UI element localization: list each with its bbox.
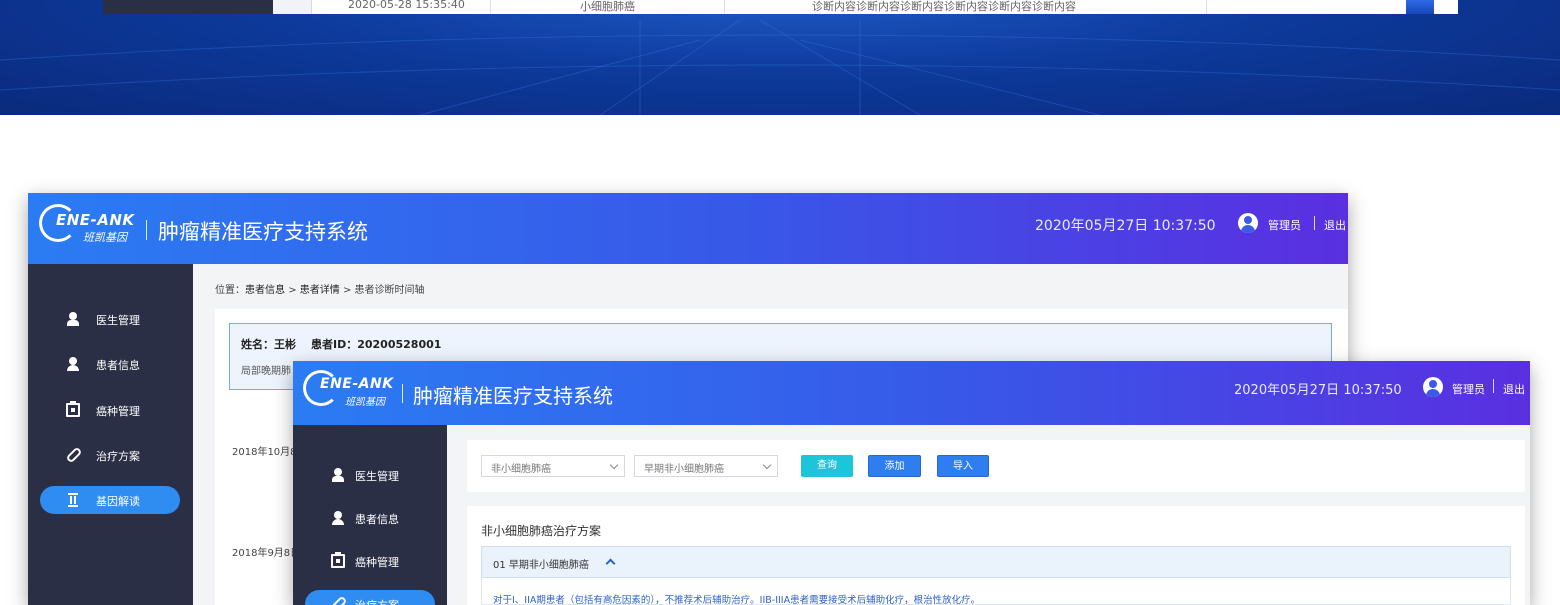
sidebar-item-label: 患者信息 bbox=[96, 359, 140, 372]
hero-banner: 2020-05-28 15:35:40 小细胞肺癌 诊断内容诊断内容诊断内容诊断… bbox=[0, 0, 1560, 115]
app-header: ENE-ANK 班凯基因 肿瘤精准医疗支持系统 2020年05月27日 10:3… bbox=[293, 361, 1530, 425]
link-icon bbox=[330, 595, 348, 605]
stage-accordion-body: 对于I、IIA期患者（包括有高危因素的），不推荐术后辅助治疗。IIB-IIIA患… bbox=[481, 578, 1511, 605]
header-separator bbox=[1314, 216, 1315, 230]
patient-name: 姓名：王彬 bbox=[241, 338, 296, 351]
sidebar-item-cancer-types[interactable]: 癌种管理 bbox=[305, 547, 435, 575]
row-datetime: 2020-05-28 15:35:40 bbox=[348, 0, 465, 11]
row-cancer-type: 小细胞肺癌 bbox=[580, 0, 635, 13]
sidebar-item-patients[interactable]: 患者信息 bbox=[305, 504, 435, 532]
logo-subtext: 班凯基因 bbox=[345, 397, 385, 408]
company-logo: ENE-ANK 班凯基因 bbox=[39, 204, 139, 244]
header-separator bbox=[1493, 379, 1494, 393]
chevron-up-icon[interactable] bbox=[605, 558, 616, 569]
patient-id: 患者ID：20200528001 bbox=[311, 338, 442, 351]
patient-icon bbox=[66, 357, 80, 371]
sidebar-item-treatment-plans[interactable]: 治疗方案 bbox=[40, 441, 180, 469]
header-datetime: 2020年05月27日 10:37:50 bbox=[1234, 383, 1402, 398]
company-logo: ENE-ANK 班凯基因 bbox=[303, 370, 403, 410]
stage-accordion-header[interactable]: 01 早期非小细胞肺癌 bbox=[481, 546, 1511, 578]
breadcrumb-separator: > bbox=[342, 285, 352, 296]
sidebar-item-label: 医生管理 bbox=[355, 470, 399, 483]
column-divider bbox=[1206, 0, 1207, 14]
treatment-panel: 非小细胞肺癌治疗方案 01 早期非小细胞肺癌 对于I、IIA期患者（包括有高危因… bbox=[467, 506, 1525, 605]
column-divider bbox=[724, 0, 725, 14]
sidebar-item-label: 治疗方案 bbox=[96, 450, 140, 463]
clipboard-icon bbox=[66, 401, 80, 417]
hourglass-icon bbox=[66, 493, 80, 507]
query-button[interactable]: 查询 bbox=[801, 455, 853, 477]
sidebar: 医生管理 患者信息 癌种管理 治疗方案 bbox=[293, 425, 447, 605]
stage-label: 01 早期非小细胞肺癌 bbox=[493, 560, 589, 571]
breadcrumb-prefix: 位置： bbox=[215, 285, 245, 296]
logout-link[interactable]: 退出 bbox=[1503, 381, 1525, 397]
patient-icon bbox=[331, 511, 345, 525]
chevron-down-icon bbox=[609, 460, 619, 470]
user-avatar-icon[interactable] bbox=[1238, 213, 1258, 233]
header-divider bbox=[402, 384, 403, 403]
sidebar-item-label: 癌种管理 bbox=[355, 556, 399, 569]
logout-link[interactable]: 退出 bbox=[1324, 217, 1346, 233]
row-image-thumbnail[interactable] bbox=[1406, 0, 1434, 14]
breadcrumb: 位置：患者信息 > 患者详情 > 患者诊断时间轴 bbox=[215, 281, 425, 296]
timeline-date: 2018年10月8 bbox=[232, 447, 297, 458]
sidebar-item-label: 癌种管理 bbox=[96, 405, 140, 418]
timeline-date: 2018年9月8日 bbox=[232, 548, 301, 559]
sidebar-item-doctors[interactable]: 医生管理 bbox=[305, 461, 435, 489]
sidebar: 医生管理 患者信息 癌种管理 治疗方案 基因解读 bbox=[28, 264, 193, 605]
user-name[interactable]: 管理员 bbox=[1452, 381, 1485, 397]
banner-sidebar-strip bbox=[103, 0, 273, 14]
import-button[interactable]: 导入 bbox=[937, 455, 989, 477]
sidebar-item-cancer-types[interactable]: 癌种管理 bbox=[40, 396, 180, 424]
stage-select[interactable]: 早期非小细胞肺癌 bbox=[634, 455, 778, 477]
doctor-icon bbox=[331, 468, 345, 482]
banner-table-strip: 2020-05-28 15:35:40 小细胞肺癌 诊断内容诊断内容诊断内容诊断… bbox=[103, 0, 1458, 14]
user-avatar-icon[interactable] bbox=[1423, 377, 1443, 397]
sidebar-item-treatment-plans[interactable]: 治疗方案 bbox=[305, 590, 435, 605]
sidebar-item-label: 患者信息 bbox=[355, 513, 399, 526]
link-icon bbox=[65, 446, 83, 464]
column-divider bbox=[490, 0, 491, 14]
patient-diagnosis-summary: 局部晚期肺 bbox=[241, 366, 291, 377]
cancer-type-select[interactable]: 非小细胞肺癌 bbox=[481, 455, 625, 477]
sidebar-item-gene-interpretation[interactable]: 基因解读 bbox=[40, 486, 180, 514]
select-value: 早期非小细胞肺癌 bbox=[644, 464, 724, 475]
header-datetime: 2020年05月27日 10:37:50 bbox=[1035, 218, 1216, 234]
breadcrumb-separator: > bbox=[288, 285, 297, 296]
breadcrumb-item-patient-detail[interactable]: 患者详情 bbox=[300, 285, 340, 296]
logo-text: ENE-ANK bbox=[320, 376, 394, 392]
section-title: 非小细胞肺癌治疗方案 bbox=[481, 524, 602, 538]
row-diagnosis-content: 诊断内容诊断内容诊断内容诊断内容诊断内容诊断内容 bbox=[812, 0, 1076, 13]
banner-background-lines-icon bbox=[0, 19, 1560, 115]
breadcrumb-item-current: 患者诊断时间轴 bbox=[354, 285, 425, 296]
header-divider bbox=[146, 220, 147, 240]
filter-toolbar: 非小细胞肺癌 早期非小细胞肺癌 查询 添加 导入 bbox=[467, 440, 1525, 492]
add-button[interactable]: 添加 bbox=[868, 455, 921, 477]
sidebar-item-label: 基因解读 bbox=[96, 495, 140, 508]
sidebar-item-doctors[interactable]: 医生管理 bbox=[40, 305, 180, 333]
doctor-icon bbox=[66, 312, 80, 326]
clipboard-icon bbox=[331, 552, 345, 568]
app-header: ENE-ANK 班凯基因 肿瘤精准医疗支持系统 2020年05月27日 10:3… bbox=[28, 193, 1348, 264]
system-title: 肿瘤精准医疗支持系统 bbox=[413, 384, 613, 408]
chevron-down-icon bbox=[762, 460, 772, 470]
table-row[interactable]: 2020-05-28 15:35:40 小细胞肺癌 诊断内容诊断内容诊断内容诊断… bbox=[311, 0, 1458, 14]
sidebar-item-label: 治疗方案 bbox=[355, 597, 399, 605]
breadcrumb-item-patients[interactable]: 患者信息 bbox=[245, 285, 285, 296]
system-title: 肿瘤精准医疗支持系统 bbox=[158, 220, 368, 244]
logo-subtext: 班凯基因 bbox=[83, 231, 127, 244]
sidebar-item-label: 医生管理 bbox=[96, 314, 140, 327]
user-name[interactable]: 管理员 bbox=[1268, 217, 1301, 233]
select-value: 非小细胞肺癌 bbox=[491, 464, 551, 475]
sidebar-item-patients[interactable]: 患者信息 bbox=[40, 350, 180, 378]
stage-treatment-text: 对于I、IIA期患者（包括有高危因素的），不推荐术后辅助治疗。IIB-IIIA患… bbox=[493, 595, 981, 605]
logo-text: ENE-ANK bbox=[56, 211, 135, 229]
app-window-treatment: ENE-ANK 班凯基因 肿瘤精准医疗支持系统 2020年05月27日 10:3… bbox=[293, 361, 1530, 605]
